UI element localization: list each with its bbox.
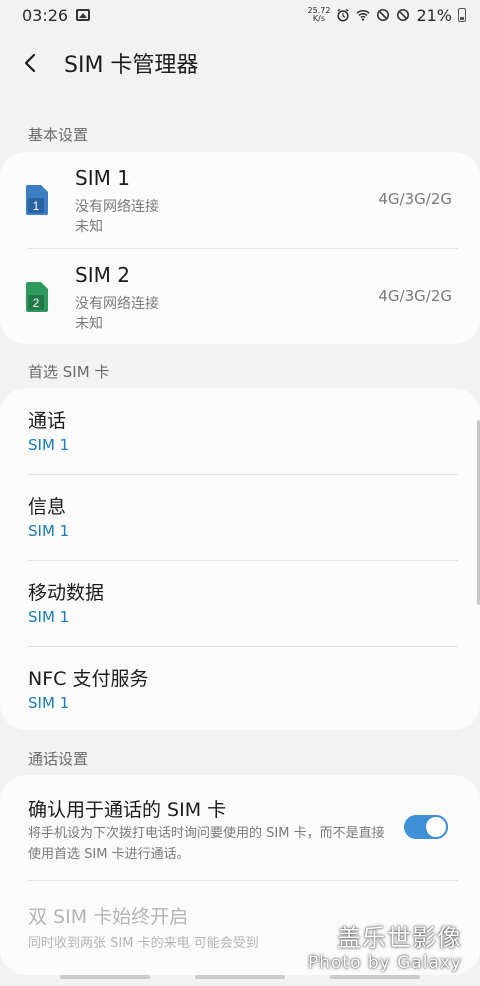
watermark: 盖乐世影像 Photo by Galaxy [308,918,462,973]
preferred-label: 信息 [28,496,67,518]
page-title: SIM 卡管理器 [64,53,199,78]
navigation-bar [0,966,480,986]
network-speed: 25.72 K/s [308,7,331,23]
preferred-value: SIM 1 [28,694,70,712]
section-header-basic: 基本设置 [28,126,89,144]
sim-name: SIM 2 [75,263,130,287]
status-bar: 03:26 25.72 K/s 21% [0,0,480,30]
preferred-calls-item[interactable]: 通话 SIM 1 [0,388,480,474]
recents-button[interactable] [60,975,150,979]
preferred-mobile-data-item[interactable]: 移动数据 SIM 1 [0,560,480,646]
toggle-thumb [424,815,448,839]
preferred-value: SIM 1 [28,522,70,540]
preferred-label: 通话 [28,410,67,432]
back-button[interactable] [0,40,60,86]
dual-sim-label: 双 SIM 卡始终开启 [28,906,189,928]
preferred-sim-list: 通话 SIM 1 信息 SIM 1 移动数据 SIM 1 NFC 支付服务 SI… [0,388,480,730]
sim-card-2-icon: 2 [26,282,48,312]
blocked-icon [397,8,410,22]
network-speed-unit: K/s [312,14,326,23]
preferred-messages-item[interactable]: 信息 SIM 1 [0,474,480,560]
preferred-label: 移动数据 [28,582,105,604]
sim-name: SIM 1 [75,166,130,190]
home-button[interactable] [195,975,285,979]
sim-status: 没有网络连接 [75,296,159,312]
preferred-value: SIM 1 [28,608,70,626]
sim-card-2-number: 2 [33,296,40,310]
section-header-call: 通话设置 [28,750,89,768]
sim-card-list: 1 SIM 1 没有网络连接 未知 4G/3G/2G 2 SIM 2 没有网络连… [0,152,480,344]
sim-operator: 未知 [75,316,103,332]
confirm-sim-item[interactable]: 确认用于通话的 SIM 卡 将手机设为下次拨打电话时询问要使用的 SIM 卡，而… [0,775,480,879]
confirm-sim-description: 将手机设为下次拨打电话时询问要使用的 SIM 卡，而不是直接使用首选 SIM 卡… [28,826,385,862]
sim-network-type: 4G/3G/2G [378,190,452,208]
watermark-line1: 盖乐世影像 [337,924,462,952]
confirm-sim-label: 确认用于通话的 SIM 卡 [28,799,227,821]
confirm-sim-toggle[interactable] [404,815,448,839]
back-nav-button[interactable] [330,975,420,979]
sim-row-1[interactable]: 1 SIM 1 没有网络连接 未知 4G/3G/2G [0,152,480,248]
sim-network-type: 4G/3G/2G [378,287,452,305]
sim-card-1-icon: 1 [26,185,48,215]
sim-row-2[interactable]: 2 SIM 2 没有网络连接 未知 4G/3G/2G [0,249,480,344]
status-time: 03:26 [22,5,69,25]
do-not-disturb-icon [377,8,390,22]
sim-status: 没有网络连接 [75,199,159,215]
gallery-notification-icon [76,9,91,21]
sim-operator: 未知 [75,219,103,235]
battery-percent: 21% [416,5,452,25]
section-header-preferred: 首选 SIM 卡 [28,363,110,381]
wifi-icon [356,10,371,21]
dual-sim-description: 同时收到两张 SIM 卡的来电 可能会受到 [28,936,259,951]
preferred-nfc-item[interactable]: NFC 支付服务 SIM 1 [0,646,480,730]
alarm-icon [337,8,350,22]
battery-icon [458,8,466,22]
app-header: SIM 卡管理器 [0,40,480,86]
preferred-label: NFC 支付服务 [28,668,149,690]
chevron-left-icon [24,53,36,73]
status-icons: 25.72 K/s 21% [308,6,466,25]
preferred-value: SIM 1 [28,436,70,454]
sim-card-1-number: 1 [33,199,40,213]
